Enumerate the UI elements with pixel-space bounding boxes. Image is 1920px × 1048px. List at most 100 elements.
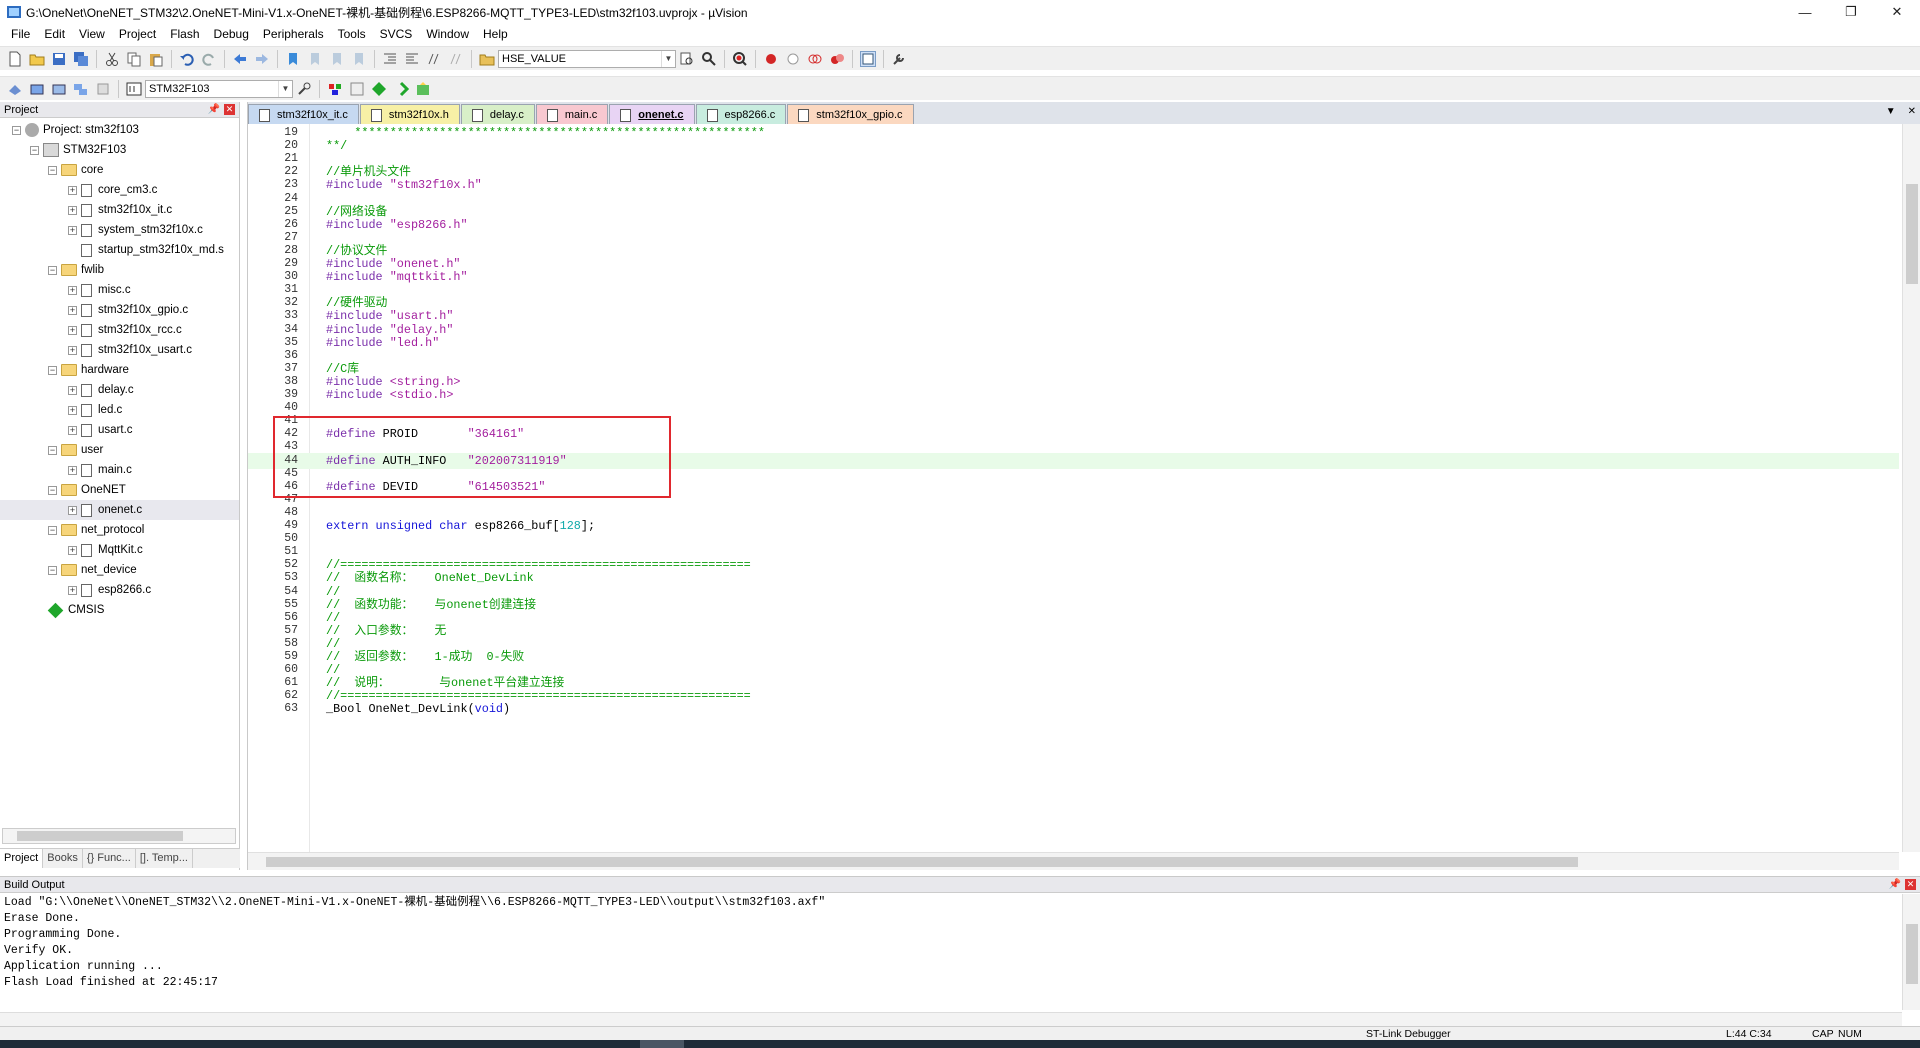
tree-file[interactable]: + stm32f10x_gpio.c — [0, 300, 239, 320]
tree-folder[interactable]: − hardware — [0, 360, 239, 380]
indent-icon[interactable] — [382, 51, 398, 67]
find-in-files-icon[interactable] — [479, 51, 495, 67]
unindent-icon[interactable] — [404, 51, 420, 67]
disable-breakpoint-icon[interactable] — [785, 51, 801, 67]
editor-horizontal-scrollbar[interactable] — [248, 852, 1899, 870]
menu-help[interactable]: Help — [476, 24, 515, 44]
scrollbar-thumb[interactable] — [1906, 184, 1918, 284]
scrollbar-thumb[interactable] — [17, 831, 183, 841]
collapse-icon[interactable]: − — [30, 145, 39, 155]
tree-file[interactable]: + stm32f10x_it.c — [0, 200, 239, 220]
tree-file[interactable]: + system_stm32f10x.c — [0, 220, 239, 240]
file-extensions-icon[interactable] — [349, 81, 365, 97]
tree-node[interactable]: − STM32F103 — [0, 140, 239, 160]
file-tab[interactable]: main.c — [535, 104, 609, 124]
tab-functions[interactable]: {} Func... — [83, 849, 136, 868]
manage-rte-icon[interactable] — [371, 81, 387, 97]
tab-books[interactable]: Books — [43, 849, 83, 868]
cut-icon[interactable] — [104, 51, 120, 67]
pin-icon[interactable]: 📌 — [1889, 879, 1901, 890]
collapse-icon[interactable]: − — [48, 525, 57, 535]
tree-folder[interactable]: − net_device — [0, 560, 239, 580]
expand-icon[interactable]: + — [68, 205, 77, 215]
kill-breakpoints-icon[interactable] — [829, 51, 845, 67]
file-tab[interactable]: stm32f10x.h — [359, 104, 460, 124]
build-icon[interactable] — [29, 81, 45, 97]
find-combo[interactable]: HSE_VALUE ▼ — [498, 49, 676, 68]
save-icon[interactable] — [51, 51, 67, 67]
tree-file[interactable]: + onenet.c — [0, 500, 239, 520]
menu-view[interactable]: View — [72, 24, 112, 44]
tree-node[interactable]: CMSIS — [0, 600, 239, 620]
download-icon[interactable] — [126, 81, 142, 97]
expand-icon[interactable]: + — [68, 405, 77, 415]
clear-bookmarks-icon[interactable] — [351, 51, 367, 67]
incremental-find-icon[interactable] — [701, 51, 717, 67]
taskbar-item[interactable] — [640, 1040, 684, 1048]
breakpoint-icon[interactable] — [763, 51, 779, 67]
rebuild-icon[interactable] — [51, 81, 67, 97]
bookmark-icon[interactable] — [285, 51, 301, 67]
file-tab[interactable]: onenet.c — [609, 104, 695, 124]
tab-project[interactable]: Project — [0, 849, 44, 868]
new-file-icon[interactable] — [7, 51, 23, 67]
collapse-icon[interactable]: − — [48, 265, 57, 275]
expand-icon[interactable]: + — [68, 585, 77, 595]
file-tab[interactable]: stm32f10x_it.c — [248, 104, 359, 124]
expand-icon[interactable]: + — [68, 285, 77, 295]
tree-file[interactable]: + usart.c — [0, 420, 239, 440]
tab-list-icon[interactable]: ▼ — [1886, 106, 1896, 117]
disable-all-breakpoints-icon[interactable] — [807, 51, 823, 67]
close-tab-icon[interactable]: ✕ — [1908, 106, 1916, 117]
file-tab[interactable]: esp8266.c — [695, 104, 787, 124]
chevron-down-icon[interactable]: ▼ — [661, 50, 675, 67]
menu-debug[interactable]: Debug — [207, 24, 256, 44]
find-icon[interactable] — [679, 51, 695, 67]
code-area[interactable]: 19 *************************************… — [248, 124, 1899, 852]
menu-file[interactable]: File — [4, 24, 37, 44]
minimize-button[interactable]: — — [1782, 0, 1828, 24]
tree-file[interactable]: + MqttKit.c — [0, 540, 239, 560]
menu-flash[interactable]: Flash — [163, 24, 206, 44]
expand-icon[interactable]: + — [68, 185, 77, 195]
tree-file[interactable]: + delay.c — [0, 380, 239, 400]
tree-file[interactable]: + misc.c — [0, 280, 239, 300]
collapse-icon[interactable]: − — [48, 485, 57, 495]
collapse-icon[interactable]: − — [48, 565, 57, 575]
manage-project-icon[interactable] — [327, 81, 343, 97]
tree-file[interactable]: + stm32f10x_rcc.c — [0, 320, 239, 340]
tree-folder[interactable]: − OneNET — [0, 480, 239, 500]
expand-icon[interactable]: + — [68, 325, 77, 335]
debug-session-icon[interactable] — [732, 51, 748, 67]
scrollbar-thumb[interactable] — [266, 857, 1578, 867]
next-bookmark-icon[interactable] — [329, 51, 345, 67]
pin-icon[interactable]: 📌 — [208, 104, 220, 115]
close-icon[interactable]: ✕ — [224, 104, 235, 115]
code-line[interactable]: 63 _Bool OneNet_DevLink(void) — [248, 701, 1899, 717]
tree-file[interactable]: + led.c — [0, 400, 239, 420]
tree-file[interactable]: + core_cm3.c — [0, 180, 239, 200]
stop-build-icon[interactable] — [95, 81, 111, 97]
target-combo[interactable]: STM32F103 ▼ — [145, 79, 293, 98]
tree-file[interactable]: + esp8266.c — [0, 580, 239, 600]
redo-icon[interactable] — [201, 51, 217, 67]
file-tab[interactable]: stm32f10x_gpio.c — [787, 104, 914, 124]
scrollbar-thumb[interactable] — [1906, 924, 1918, 984]
tree-file[interactable]: startup_stm32f10x_md.s — [0, 240, 239, 260]
tree-folder[interactable]: − user — [0, 440, 239, 460]
build-vertical-scrollbar[interactable] — [1902, 894, 1920, 1010]
translate-icon[interactable] — [7, 81, 23, 97]
tree-file[interactable]: + stm32f10x_usart.c — [0, 340, 239, 360]
menu-svcs[interactable]: SVCS — [373, 24, 420, 44]
close-icon[interactable]: ✕ — [1905, 879, 1916, 890]
collapse-icon[interactable]: − — [48, 165, 57, 175]
chevron-down-icon[interactable]: ▼ — [278, 80, 292, 97]
expand-icon[interactable]: + — [68, 505, 77, 515]
menu-edit[interactable]: Edit — [37, 24, 72, 44]
undo-icon[interactable] — [179, 51, 195, 67]
expand-icon[interactable]: + — [68, 545, 77, 555]
tree-folder[interactable]: − net_protocol — [0, 520, 239, 540]
batch-build-icon[interactable] — [73, 81, 89, 97]
expand-icon[interactable]: + — [68, 385, 77, 395]
comment-icon[interactable] — [426, 51, 442, 67]
